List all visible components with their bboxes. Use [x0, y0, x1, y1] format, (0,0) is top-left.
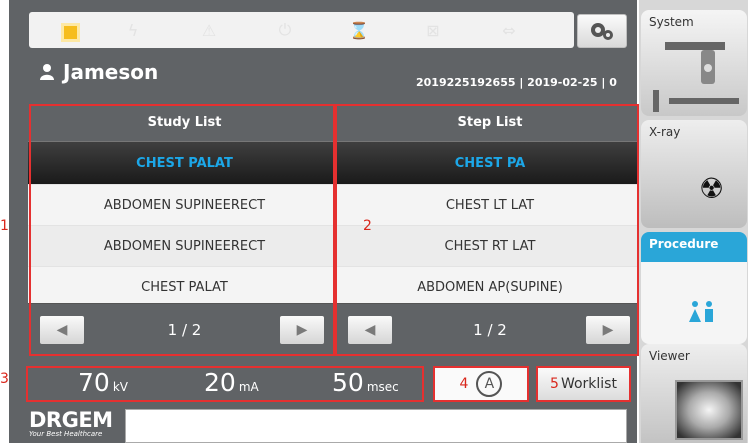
status-bar: ϟ ⚠ ⏻ ⌛ ⊠ ⇔ — [29, 12, 574, 48]
annotation-3: 3 — [0, 371, 9, 387]
prev-arrow-icon: ◀ — [56, 322, 68, 338]
annotation-4: 4 — [459, 376, 469, 392]
study-list-pager: 1 / 2 ◀ ▶ — [28, 303, 341, 356]
patient-header: Jameson — [39, 60, 158, 84]
msec-value: 50 — [332, 368, 364, 397]
step-prev-button[interactable]: ◀ — [348, 316, 392, 344]
lightning-icon: ϟ — [127, 20, 139, 40]
patient-name: Jameson — [63, 60, 159, 84]
step-list-item[interactable]: CHEST LT LAT — [340, 185, 640, 226]
msec-unit: msec — [366, 380, 399, 394]
tab-procedure-label: Procedure — [649, 237, 719, 251]
next-arrow-icon: ▶ — [602, 322, 614, 338]
kv-unit: kV — [112, 380, 128, 394]
gear-icon — [591, 23, 613, 40]
detector-icon: ⇔ — [502, 20, 516, 40]
step-list-pager: 1 / 2 ◀ ▶ — [340, 303, 640, 356]
brand-logo: DRGEM Your Best Healthcare — [29, 408, 113, 439]
auto-mode-button[interactable]: 4 A — [433, 366, 529, 402]
step-next-button[interactable]: ▶ — [586, 316, 630, 344]
step-list-item[interactable]: CHEST PA — [340, 142, 640, 185]
settings-button[interactable] — [577, 14, 627, 48]
study-list-panel: Study List CHEST PALAT ABDOMEN SUPINEERE… — [28, 104, 341, 356]
warning-icon: ⚠ — [201, 20, 217, 40]
tab-procedure[interactable]: Procedure — [641, 232, 747, 344]
status-indicator-icon — [61, 23, 80, 42]
step-list-panel: Step List CHEST PA CHEST LT LAT CHEST RT… — [340, 104, 640, 356]
patient-procedure-icon — [689, 301, 713, 322]
study-info: 2019225192655 | 2019-02-25 | 0 — [416, 76, 617, 89]
worklist-label: Worklist — [560, 376, 617, 392]
study-list-item[interactable]: CHEST PALAT — [28, 267, 341, 308]
prev-arrow-icon: ◀ — [364, 322, 376, 338]
hourglass-icon: ⌛ — [349, 20, 369, 40]
study-list-header: Study List — [28, 104, 341, 142]
chest-xray-thumbnail-icon — [675, 380, 743, 440]
annotation-2: 2 — [363, 218, 372, 234]
main-panel: ϟ ⚠ ⏻ ⌛ ⊠ ⇔ Jameson 2019225192655 | 2019… — [9, 0, 640, 443]
study-list-item[interactable]: ABDOMEN SUPINEERECT — [28, 226, 341, 267]
tab-system-label: System — [649, 15, 694, 29]
tab-xray-label: X-ray — [649, 125, 681, 139]
auto-mode-icon: A — [476, 371, 503, 397]
brand-tagline: Your Best Healthcare — [29, 430, 103, 438]
exposure-parameters: 70 kV 20 mA 50 msec — [26, 366, 424, 402]
step-list-header: Step List — [340, 104, 640, 142]
message-area — [125, 409, 627, 443]
ma-readout[interactable]: 20 mA — [204, 368, 259, 400]
ma-unit: mA — [238, 380, 259, 394]
worklist-button[interactable]: 5 Worklist — [536, 366, 631, 402]
power-icon: ⏻ — [278, 20, 292, 39]
step-list-item[interactable]: ABDOMEN AP(SUPINE) — [340, 267, 640, 308]
study-next-button[interactable]: ▶ — [280, 316, 324, 344]
study-prev-button[interactable]: ◀ — [40, 316, 84, 344]
tab-system[interactable]: System — [641, 10, 747, 116]
user-icon — [40, 64, 54, 80]
brand-name: DRGEM — [29, 408, 113, 432]
annotation-1: 1 — [0, 218, 9, 234]
side-navigation: System X-ray ☢ Procedure Viewer — [639, 0, 748, 443]
msec-readout[interactable]: 50 msec — [332, 368, 399, 400]
annotation-5: 5 — [550, 376, 559, 392]
kv-value: 70 — [78, 368, 110, 397]
tab-viewer[interactable]: Viewer — [641, 344, 747, 443]
xray-machine-icon — [653, 42, 739, 112]
tab-xray[interactable]: X-ray ☢ — [641, 120, 747, 228]
study-list-item[interactable]: CHEST PALAT — [28, 142, 341, 185]
next-arrow-icon: ▶ — [296, 322, 308, 338]
ma-value: 20 — [204, 368, 236, 397]
tab-viewer-label: Viewer — [649, 349, 690, 363]
study-list-item[interactable]: ABDOMEN SUPINEERECT — [28, 185, 341, 226]
image-error-icon: ⊠ — [426, 20, 440, 40]
step-list-item[interactable]: CHEST RT LAT — [340, 226, 640, 267]
kv-readout[interactable]: 70 kV — [78, 368, 128, 400]
radiation-icon: ☢ — [699, 172, 725, 205]
